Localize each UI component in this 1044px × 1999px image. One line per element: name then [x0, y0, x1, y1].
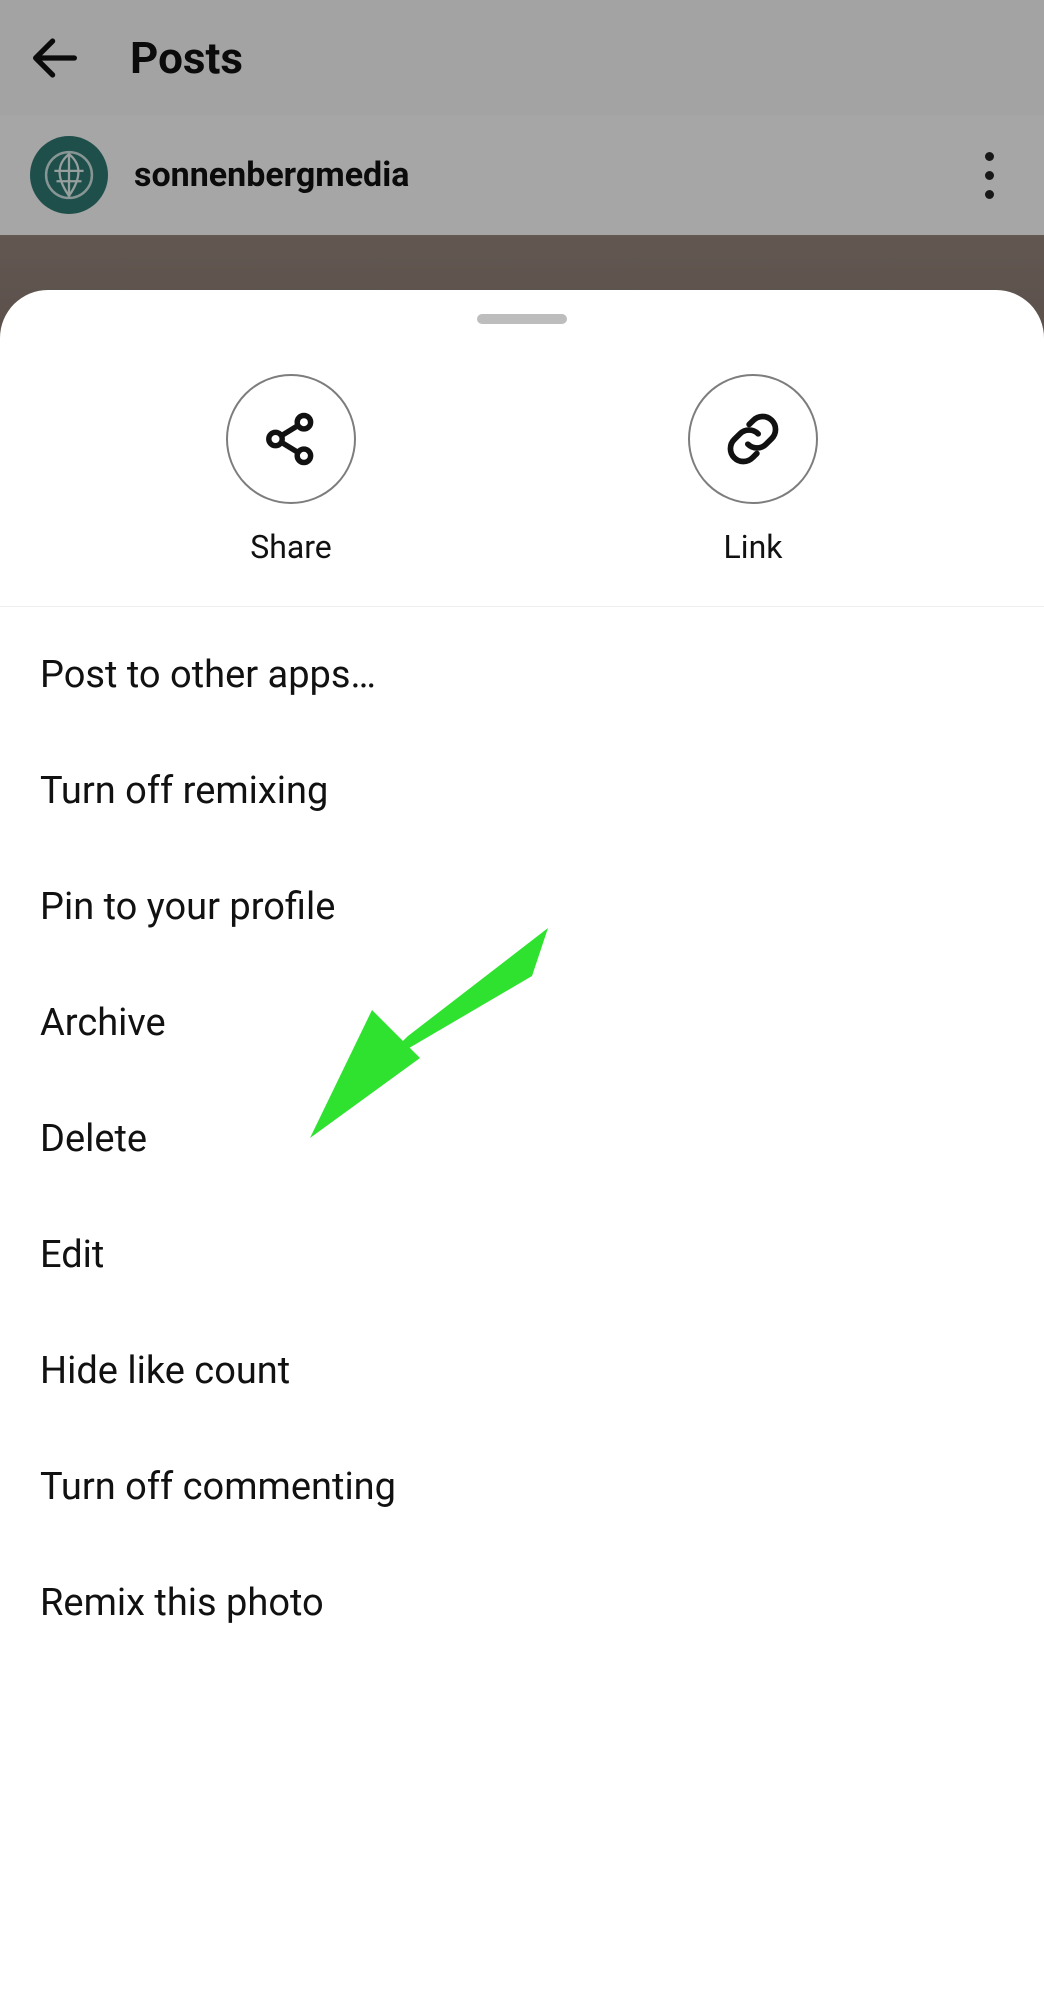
link-label: Link — [724, 528, 783, 566]
menu-item-turn-off-commenting[interactable]: Turn off commenting — [0, 1429, 1044, 1545]
share-label: Share — [250, 528, 332, 566]
drag-handle[interactable] — [477, 314, 567, 324]
menu-item-post-to-other-apps[interactable]: Post to other apps… — [0, 617, 1044, 733]
menu-item-edit[interactable]: Edit — [0, 1197, 1044, 1313]
quick-actions-row: Share Link — [0, 354, 1044, 607]
menu-item-archive[interactable]: Archive — [0, 965, 1044, 1081]
menu-item-turn-off-remixing[interactable]: Turn off remixing — [0, 733, 1044, 849]
share-icon — [260, 408, 322, 470]
link-icon — [722, 408, 784, 470]
menu-item-remix-this-photo[interactable]: Remix this photo — [0, 1545, 1044, 1661]
menu-list: Post to other apps… Turn off remixing Pi… — [0, 607, 1044, 1661]
action-sheet: Share Link Post to other apps… Turn off … — [0, 290, 1044, 1999]
menu-item-hide-like-count[interactable]: Hide like count — [0, 1313, 1044, 1429]
share-button[interactable]: Share — [226, 374, 356, 566]
link-button[interactable]: Link — [688, 374, 818, 566]
menu-item-pin-to-profile[interactable]: Pin to your profile — [0, 849, 1044, 965]
menu-item-delete[interactable]: Delete — [0, 1081, 1044, 1197]
